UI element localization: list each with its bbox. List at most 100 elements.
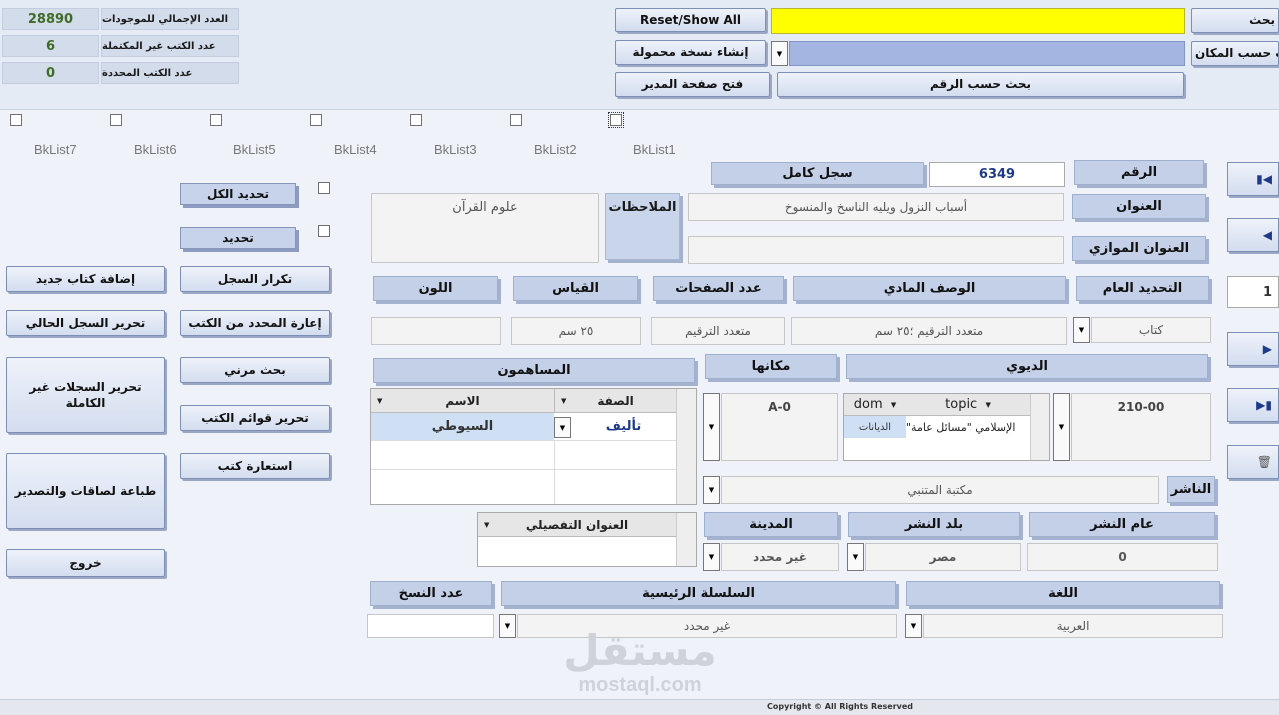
general-designation-dropdown[interactable]: ▼ <box>1073 317 1090 343</box>
return-selected-books-button[interactable]: إعارة المحدد من الكتب <box>180 310 330 336</box>
size-field[interactable]: ٢٥ سم <box>511 317 641 345</box>
physical-description-field[interactable]: متعدد الترقيم ؛٢٥ سم <box>791 317 1067 345</box>
main-series-dropdown[interactable]: ▼ <box>499 614 516 638</box>
publisher-field[interactable]: مكتبة المتنبي <box>721 476 1159 504</box>
bklist4-label: BkList4 <box>334 142 377 157</box>
edit-book-lists-button[interactable]: تحرير قوائم الكتب <box>180 405 330 431</box>
title-field[interactable]: أسباب النزول ويليه الناسخ والمنسوخ <box>688 193 1064 221</box>
city-label: المدينة <box>704 512 838 537</box>
repeat-record-button[interactable]: تكرار السجل <box>180 266 330 292</box>
name-column-header[interactable]: ▼ الاسم <box>371 389 554 413</box>
detailed-title-grid[interactable]: ▼ العنوان التفصيلي <box>477 512 697 567</box>
bklist1-label: BkList1 <box>633 142 676 157</box>
color-field[interactable] <box>371 317 501 345</box>
chevron-down-icon: ▼ <box>708 423 715 431</box>
sort-arrow-icon: ▼ <box>377 396 383 405</box>
dewey-dropdown[interactable]: ▼ <box>1053 393 1070 461</box>
location-field[interactable]: A-0 <box>721 393 838 461</box>
bklist3-label: BkList3 <box>434 142 477 157</box>
bklist5-label: BkList5 <box>233 142 276 157</box>
grid-row-selector[interactable] <box>1030 394 1049 460</box>
flexible-search-button[interactable]: بحث مرني <box>180 357 330 383</box>
role-dropdown[interactable]: ▼ <box>554 417 571 438</box>
general-designation-field[interactable]: كتاب <box>1091 317 1211 343</box>
contributor-role-cell[interactable]: تأليف <box>571 413 676 440</box>
record-index-field[interactable]: 1 <box>1227 276 1279 308</box>
print-labels-export-button[interactable]: طباعة لصاقات والتصدير <box>6 453 165 529</box>
city-dropdown[interactable]: ▼ <box>703 543 720 571</box>
topic-column-header[interactable]: ▼ topic <box>906 394 1030 416</box>
role-column-header[interactable]: ▼ الصفة <box>554 389 676 413</box>
full-record-button[interactable]: سجل كامل <box>711 162 924 185</box>
chevron-down-icon: ▼ <box>1078 326 1085 334</box>
select-all-checkbox[interactable] <box>318 182 330 194</box>
language-field[interactable]: العربية <box>923 614 1223 638</box>
grid-line <box>371 440 676 441</box>
select-button[interactable]: تحديد <box>180 227 296 249</box>
notes-label: الملاحظات <box>605 193 680 260</box>
location-dropdown[interactable]: ▼ <box>703 393 720 461</box>
search-field-dropdown[interactable]: ▼ <box>771 41 788 66</box>
bklist7-checkbox[interactable] <box>10 114 22 126</box>
open-manager-page-button[interactable]: فتح صفحة المدير <box>615 72 770 97</box>
borrow-books-button[interactable]: استعارة كتب <box>180 453 330 479</box>
bklist6-checkbox[interactable] <box>110 114 122 126</box>
number-field[interactable]: 6349 <box>929 162 1065 187</box>
search-input[interactable] <box>771 8 1185 34</box>
chevron-down-icon: ▼ <box>559 423 566 432</box>
publication-country-field[interactable]: مصر <box>865 543 1021 571</box>
publication-year-label: عام النشر <box>1029 512 1215 537</box>
parallel-title-field[interactable] <box>688 236 1064 264</box>
next-record-button[interactable]: ▶ <box>1227 332 1279 366</box>
previous-icon: ◀ <box>1262 228 1272 242</box>
previous-record-button[interactable]: ◀ <box>1227 218 1279 252</box>
select-all-button[interactable]: تحديد الكل <box>180 183 296 205</box>
search-field-selector[interactable] <box>789 41 1185 66</box>
bklist5-checkbox[interactable] <box>210 114 222 126</box>
last-record-button[interactable]: ▶▮ <box>1227 388 1279 422</box>
physical-description-label: الوصف المادي <box>793 276 1066 301</box>
create-portable-copy-button[interactable]: إنشاء نسخة محمولة <box>615 40 766 65</box>
chevron-down-icon: ▼ <box>776 49 783 58</box>
contributor-name-cell[interactable]: السيوطي <box>371 413 554 440</box>
dom-cell[interactable]: الديانات <box>844 416 906 438</box>
bklist1-checkbox[interactable] <box>608 112 624 128</box>
sort-arrow-icon: ▼ <box>484 520 490 529</box>
bklist3-checkbox[interactable] <box>410 114 422 126</box>
dewey-field[interactable]: 210-00 <box>1071 393 1211 461</box>
total-items-label: العدد الإجمالي للموجودات <box>101 8 239 30</box>
search-by-number-button[interactable]: بحث حسب الرقم <box>777 72 1184 97</box>
pages-label: عدد الصفحات <box>653 276 784 301</box>
publication-country-dropdown[interactable]: ▼ <box>847 543 864 571</box>
edit-incomplete-records-button[interactable]: تحرير السجلات غير الكاملة <box>6 357 165 433</box>
first-record-button[interactable]: ▮◀ <box>1227 162 1279 196</box>
search-by-place-button[interactable]: بحث حسب المكان <box>1191 41 1279 66</box>
detailed-title-header[interactable]: ▼ العنوان التفصيلي <box>478 513 676 537</box>
contributors-grid[interactable]: ▼ الاسم ▼ الصفة السيوطي ▼ تأليف <box>370 388 697 505</box>
bklist4-checkbox[interactable] <box>310 114 322 126</box>
dewey-topic-grid[interactable]: ▼ dom ▼ topic الديانات الإسلامي "مسائل ع… <box>843 393 1050 461</box>
dom-column-header[interactable]: ▼ dom <box>844 394 906 416</box>
reset-show-all-button[interactable]: Reset/Show All <box>615 8 766 32</box>
notes-field[interactable]: علوم القرآن <box>371 193 599 263</box>
topic-cell[interactable]: الإسلامي "مسائل عامة" <box>906 416 1030 438</box>
copies-field[interactable] <box>367 614 494 638</box>
search-button[interactable]: بحث <box>1191 8 1279 33</box>
city-field[interactable]: غير محدد <box>721 543 839 571</box>
delete-record-button[interactable]: 🗑 <box>1227 445 1279 479</box>
language-dropdown[interactable]: ▼ <box>905 614 922 638</box>
publisher-label: الناشر <box>1167 476 1215 503</box>
add-new-book-button[interactable]: إضافة كتاب جديد <box>6 266 165 292</box>
pages-field[interactable]: متعدد الترقيم <box>651 317 785 345</box>
copyright-text: Copyright © All Rights Reserved <box>766 702 914 711</box>
grid-row-selector[interactable] <box>676 513 696 566</box>
location-label: مكانها <box>705 354 837 379</box>
edit-current-record-button[interactable]: تحرير السجل الحالي <box>6 310 165 336</box>
bklist2-checkbox[interactable] <box>510 114 522 126</box>
publication-year-field[interactable]: 0 <box>1027 543 1218 571</box>
select-checkbox[interactable] <box>318 225 330 237</box>
publisher-dropdown[interactable]: ▼ <box>703 476 720 504</box>
grid-row-selector[interactable] <box>676 389 696 504</box>
title-label: العنوان <box>1072 194 1206 219</box>
exit-button[interactable]: خروج <box>6 549 165 577</box>
